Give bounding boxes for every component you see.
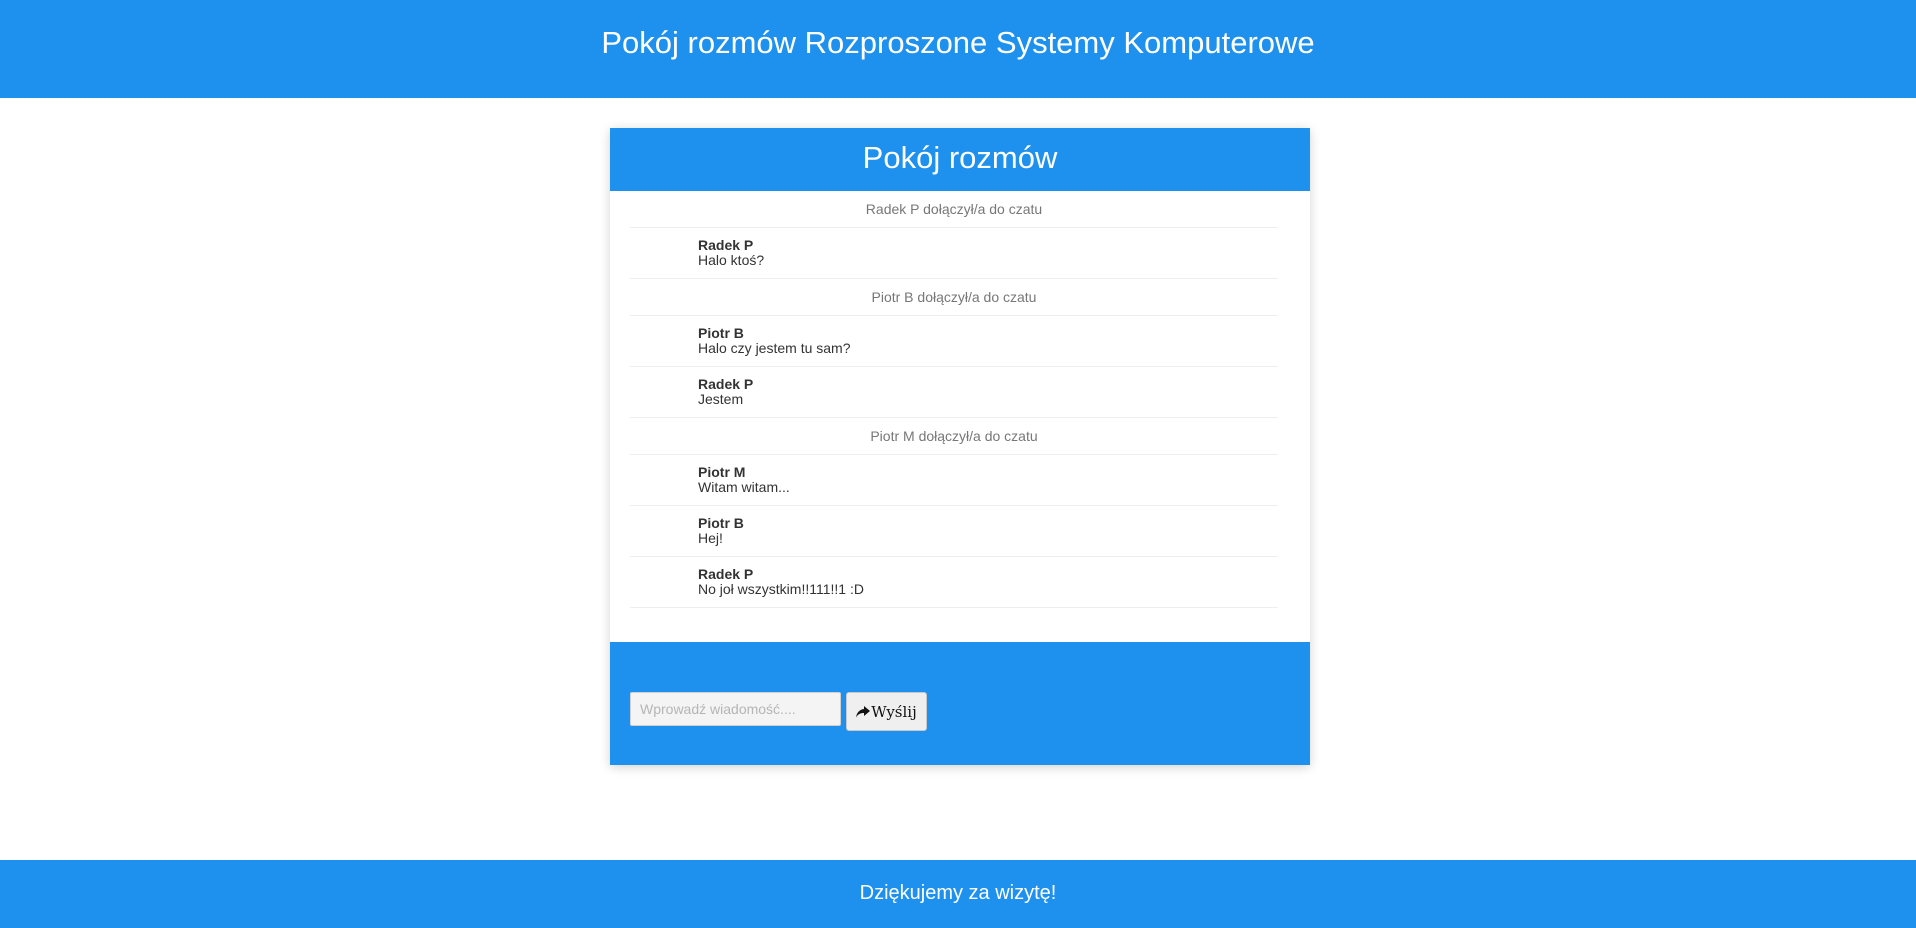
- page-footer: Dziękujemy za wizytę!: [0, 860, 1916, 928]
- message-text: Hej!: [698, 530, 723, 546]
- system-message-text: Radek P dołączył/a do czatu: [865, 201, 1043, 217]
- message-text: Witam witam...: [698, 479, 790, 495]
- chat-message: Piotr B Halo czy jestem tu sam?: [630, 316, 1278, 367]
- system-message-text: Piotr M dołączył/a do czatu: [870, 428, 1038, 444]
- system-message: Radek P dołączył/a do czatu: [630, 191, 1278, 228]
- message-author: Piotr B: [698, 515, 744, 531]
- message-author: Radek P: [698, 566, 754, 582]
- message-text: Halo czy jestem tu sam?: [698, 340, 851, 356]
- chat-message: Radek P No joł wszystkim!!111!!1 :D: [630, 557, 1278, 608]
- system-message-text: Piotr B dołączył/a do czatu: [871, 289, 1037, 305]
- share-arrow-icon: [856, 705, 871, 718]
- chat-message: Radek P Jestem: [630, 367, 1278, 418]
- message-text: Jestem: [698, 391, 744, 407]
- message-list[interactable]: Radek P dołączył/a do czatu Radek P Halo…: [610, 191, 1310, 641]
- message-compose-bar: Wyślij: [610, 642, 1310, 765]
- footer-text: Dziękujemy za wizytę!: [859, 881, 1057, 904]
- message-author: Radek P: [698, 237, 754, 253]
- message-author: Piotr B: [698, 325, 744, 341]
- message-text: No joł wszystkim!!111!!1 :D: [698, 581, 864, 597]
- send-button[interactable]: Wyślij: [846, 692, 927, 731]
- chat-room-title: Pokój rozmów: [862, 139, 1058, 175]
- page-title: Pokój rozmów Rozproszone Systemy Kompute…: [601, 25, 1315, 60]
- chat-message: Piotr B Hej!: [630, 506, 1278, 557]
- message-input[interactable]: [630, 692, 841, 726]
- chat-message: Piotr M Witam witam...: [630, 455, 1278, 506]
- page-header: Pokój rozmów Rozproszone Systemy Kompute…: [0, 0, 1916, 98]
- chat-message: Radek P Halo ktoś?: [630, 228, 1278, 279]
- message-author: Radek P: [698, 376, 754, 392]
- message-author: Piotr M: [698, 464, 746, 480]
- system-message: Piotr B dołączył/a do czatu: [630, 279, 1278, 316]
- system-message: Piotr M dołączył/a do czatu: [630, 418, 1278, 455]
- chat-room-header: Pokój rozmów: [610, 128, 1310, 191]
- chat-room-panel: Pokój rozmów Radek P dołączył/a do czatu…: [610, 128, 1310, 765]
- message-text: Halo ktoś?: [698, 252, 765, 268]
- send-button-label: Wyślij: [871, 702, 917, 721]
